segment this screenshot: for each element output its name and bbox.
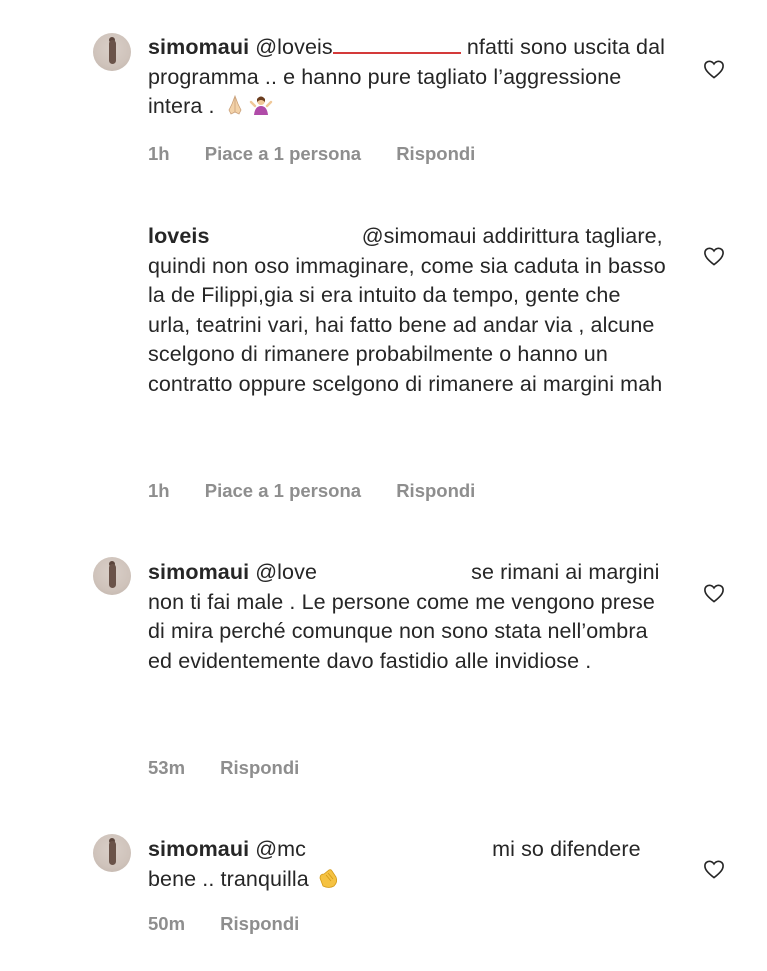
avatar[interactable]	[93, 834, 131, 872]
likes-count-link[interactable]: Piace a 1 persona	[205, 143, 361, 164]
reply-button[interactable]: Rispondi	[396, 143, 475, 164]
reply-button[interactable]: Rispondi	[220, 757, 299, 778]
comment-meta: 1h Piace a 1 persona Rispondi	[148, 143, 505, 165]
comment-time: 1h	[148, 143, 170, 164]
comment-text-start: se rimani ai	[471, 560, 583, 584]
avatar-figure	[109, 564, 116, 588]
avatar-figure	[109, 841, 116, 865]
heart-outline-icon[interactable]	[703, 246, 725, 266]
comment-body: simomaui @loveis nfatti sono uscita dal …	[148, 33, 668, 122]
reply-button[interactable]: Rispondi	[396, 480, 475, 501]
comment-text-start: nfatti sono	[466, 35, 568, 59]
comment-time: 1h	[148, 480, 170, 501]
comment-meta: 1h Piace a 1 persona Rispondi	[148, 480, 505, 502]
avatar[interactable]	[93, 33, 131, 71]
comment-text-start: addirittura	[482, 224, 580, 248]
comment-body: loveis @simomaui addirittura tagliare, q…	[148, 222, 668, 399]
comment-text-start: mi so	[492, 837, 544, 861]
comment-username[interactable]: simomaui	[148, 560, 249, 584]
comment-body: simomaui @mc mi so difendere bene .. tra…	[148, 835, 668, 894]
reply-button[interactable]: Rispondi	[220, 913, 299, 934]
comment-username[interactable]: loveis	[148, 224, 210, 248]
comment-mention[interactable]: @mc	[255, 837, 306, 861]
avatar[interactable]	[93, 557, 131, 595]
comment-mention[interactable]: @simomaui	[362, 224, 477, 248]
comment-time: 53m	[148, 757, 186, 778]
comment-username[interactable]: simomaui	[148, 837, 249, 861]
clapping-hands-emoji	[319, 868, 337, 888]
comment-mention[interactable]: @love	[255, 560, 317, 584]
comment-mention[interactable]: @loveis	[255, 35, 333, 59]
comment-meta: 53m Rispondi	[148, 757, 329, 779]
comment-time: 50m	[148, 913, 186, 934]
comment-text: tagliare, quindi non oso immaginare, com…	[148, 224, 666, 396]
heart-outline-icon[interactable]	[703, 859, 725, 879]
comment-body: simomaui @love se rimani ai margini non …	[148, 558, 668, 676]
redacted-name	[332, 34, 461, 54]
avatar-figure	[109, 40, 116, 64]
comment-meta: 50m Rispondi	[148, 913, 329, 935]
heart-outline-icon[interactable]	[703, 59, 725, 79]
folded-hands-emoji	[228, 94, 242, 115]
person-shrugging-emoji	[249, 96, 272, 115]
heart-outline-icon[interactable]	[703, 583, 725, 603]
likes-count-link[interactable]: Piace a 1 persona	[205, 480, 361, 501]
comment-username[interactable]: simomaui	[148, 35, 249, 59]
